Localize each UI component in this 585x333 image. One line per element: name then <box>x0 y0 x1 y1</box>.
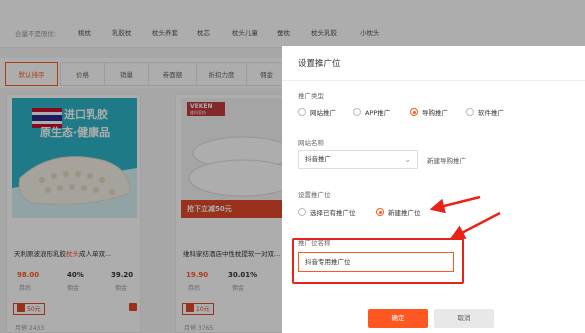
site-select[interactable]: 抖音推广 ⌄ <box>298 150 418 169</box>
annotation-highlight-box <box>292 238 464 284</box>
radio-icon <box>466 108 474 116</box>
radio-icon <box>353 108 361 116</box>
radio-software[interactable]: 软件推广 <box>466 107 504 117</box>
confirm-button[interactable]: 确定 <box>368 309 428 328</box>
radio-app[interactable]: APP推广 <box>353 107 390 117</box>
type-label: 推广类型 <box>298 92 324 100</box>
site-label: 网站名称 <box>298 139 324 147</box>
radio-new-position[interactable]: 新建推广位 <box>376 207 421 217</box>
radio-existing-position[interactable]: 选择已有推广位 <box>298 207 356 217</box>
cancel-button[interactable]: 取消 <box>434 309 494 328</box>
radio-selected-icon <box>410 108 418 116</box>
dialog-title: 设置推广位 <box>298 59 341 69</box>
radio-guide[interactable]: 导购推广 <box>410 107 448 117</box>
dialog-divider <box>282 80 585 81</box>
radio-selected-icon <box>376 208 384 216</box>
chevron-down-icon: ⌄ <box>404 155 411 164</box>
promotion-position-dialog: 设置推广位 推广类型 网站推广 APP推广 导购推广 软件推广 网站名称 抖音推… <box>282 46 585 333</box>
radio-icon <box>298 208 306 216</box>
radio-website[interactable]: 网站推广 <box>298 107 336 117</box>
position-label: 设置推广位 <box>298 191 331 199</box>
radio-icon <box>298 108 306 116</box>
new-site-link[interactable]: 新建导购推广 <box>427 155 466 165</box>
